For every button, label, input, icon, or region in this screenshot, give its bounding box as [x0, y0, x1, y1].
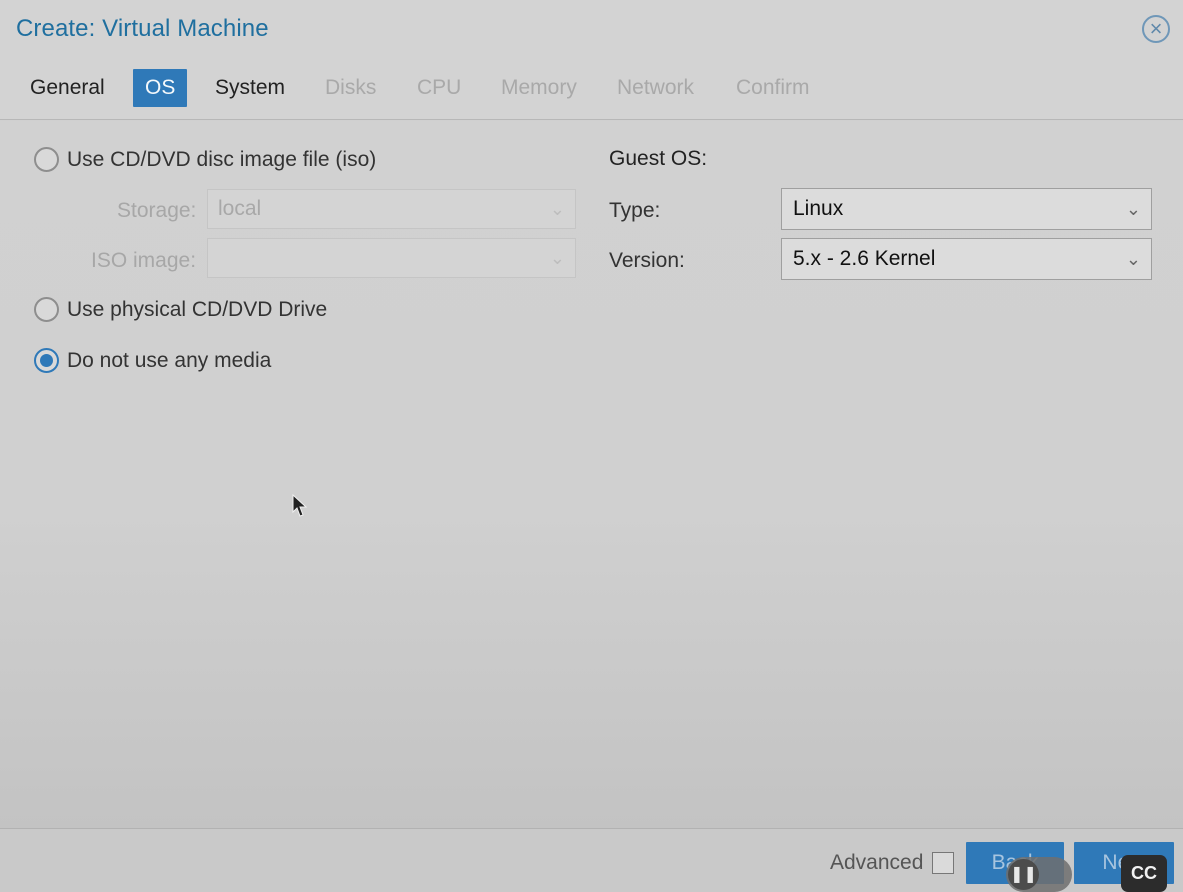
iso-image-label: ISO image:	[91, 249, 197, 272]
os-panel: Use CD/DVD disc image file (iso) Storage…	[0, 121, 1183, 828]
physical-drive-radio[interactable]	[34, 297, 59, 322]
no-media-radio[interactable]	[34, 348, 59, 373]
iso-media-option[interactable]: Use CD/DVD disc image file (iso)	[34, 147, 376, 172]
os-version-value: 5.x - 2.6 Kernel	[793, 247, 936, 270]
os-version-select[interactable]: 5.x - 2.6 Kernel ⌄	[781, 238, 1152, 280]
closed-captions-button[interactable]: CC	[1121, 855, 1167, 892]
physical-drive-option[interactable]: Use physical CD/DVD Drive	[34, 297, 327, 322]
pause-icon: ❚❚	[1008, 859, 1039, 890]
create-vm-dialog: Create: Virtual Machine × General OS Sys…	[0, 0, 1183, 892]
iso-radio[interactable]	[34, 147, 59, 172]
storage-select: local ⌄	[207, 189, 576, 229]
tab-memory[interactable]: Memory	[493, 69, 585, 107]
os-type-value: Linux	[793, 197, 844, 220]
physical-drive-label: Use physical CD/DVD Drive	[67, 297, 328, 321]
no-media-label: Do not use any media	[67, 348, 272, 372]
os-type-select[interactable]: Linux ⌄	[781, 188, 1152, 230]
tab-confirm[interactable]: Confirm	[728, 69, 818, 107]
dialog-footer: Advanced Back Next	[0, 828, 1183, 892]
tab-network[interactable]: Network	[609, 69, 702, 107]
no-media-option[interactable]: Do not use any media	[34, 348, 271, 373]
chevron-down-icon: ⌄	[549, 248, 565, 268]
tab-cpu[interactable]: CPU	[409, 69, 469, 107]
iso-option-label: Use CD/DVD disc image file (iso)	[67, 147, 377, 171]
tab-system[interactable]: System	[207, 69, 293, 107]
tab-general[interactable]: General	[22, 69, 113, 107]
tab-os[interactable]: OS	[133, 69, 188, 107]
type-label: Type:	[609, 199, 661, 222]
wizard-tabs: General OS System Disks CPU Memory Netwo…	[0, 60, 1183, 120]
mouse-cursor-icon	[292, 494, 308, 517]
version-label: Version:	[609, 249, 685, 272]
close-icon[interactable]: ×	[1142, 15, 1170, 43]
dialog-titlebar: Create: Virtual Machine ×	[0, 0, 1183, 60]
chevron-down-icon: ⌄	[549, 199, 565, 219]
storage-value: local	[218, 197, 262, 220]
dialog-title: Create: Virtual Machine	[16, 15, 269, 42]
advanced-checkbox[interactable]	[932, 852, 954, 874]
chevron-down-icon: ⌄	[1125, 249, 1141, 269]
chevron-down-icon: ⌄	[1125, 199, 1141, 219]
guest-os-heading: Guest OS:	[609, 147, 708, 170]
advanced-label: Advanced	[830, 851, 924, 874]
tab-disks[interactable]: Disks	[317, 69, 384, 107]
iso-image-select: ⌄	[207, 238, 576, 278]
storage-label: Storage:	[117, 199, 197, 222]
video-pause-toggle[interactable]: ❚❚	[1006, 857, 1072, 892]
